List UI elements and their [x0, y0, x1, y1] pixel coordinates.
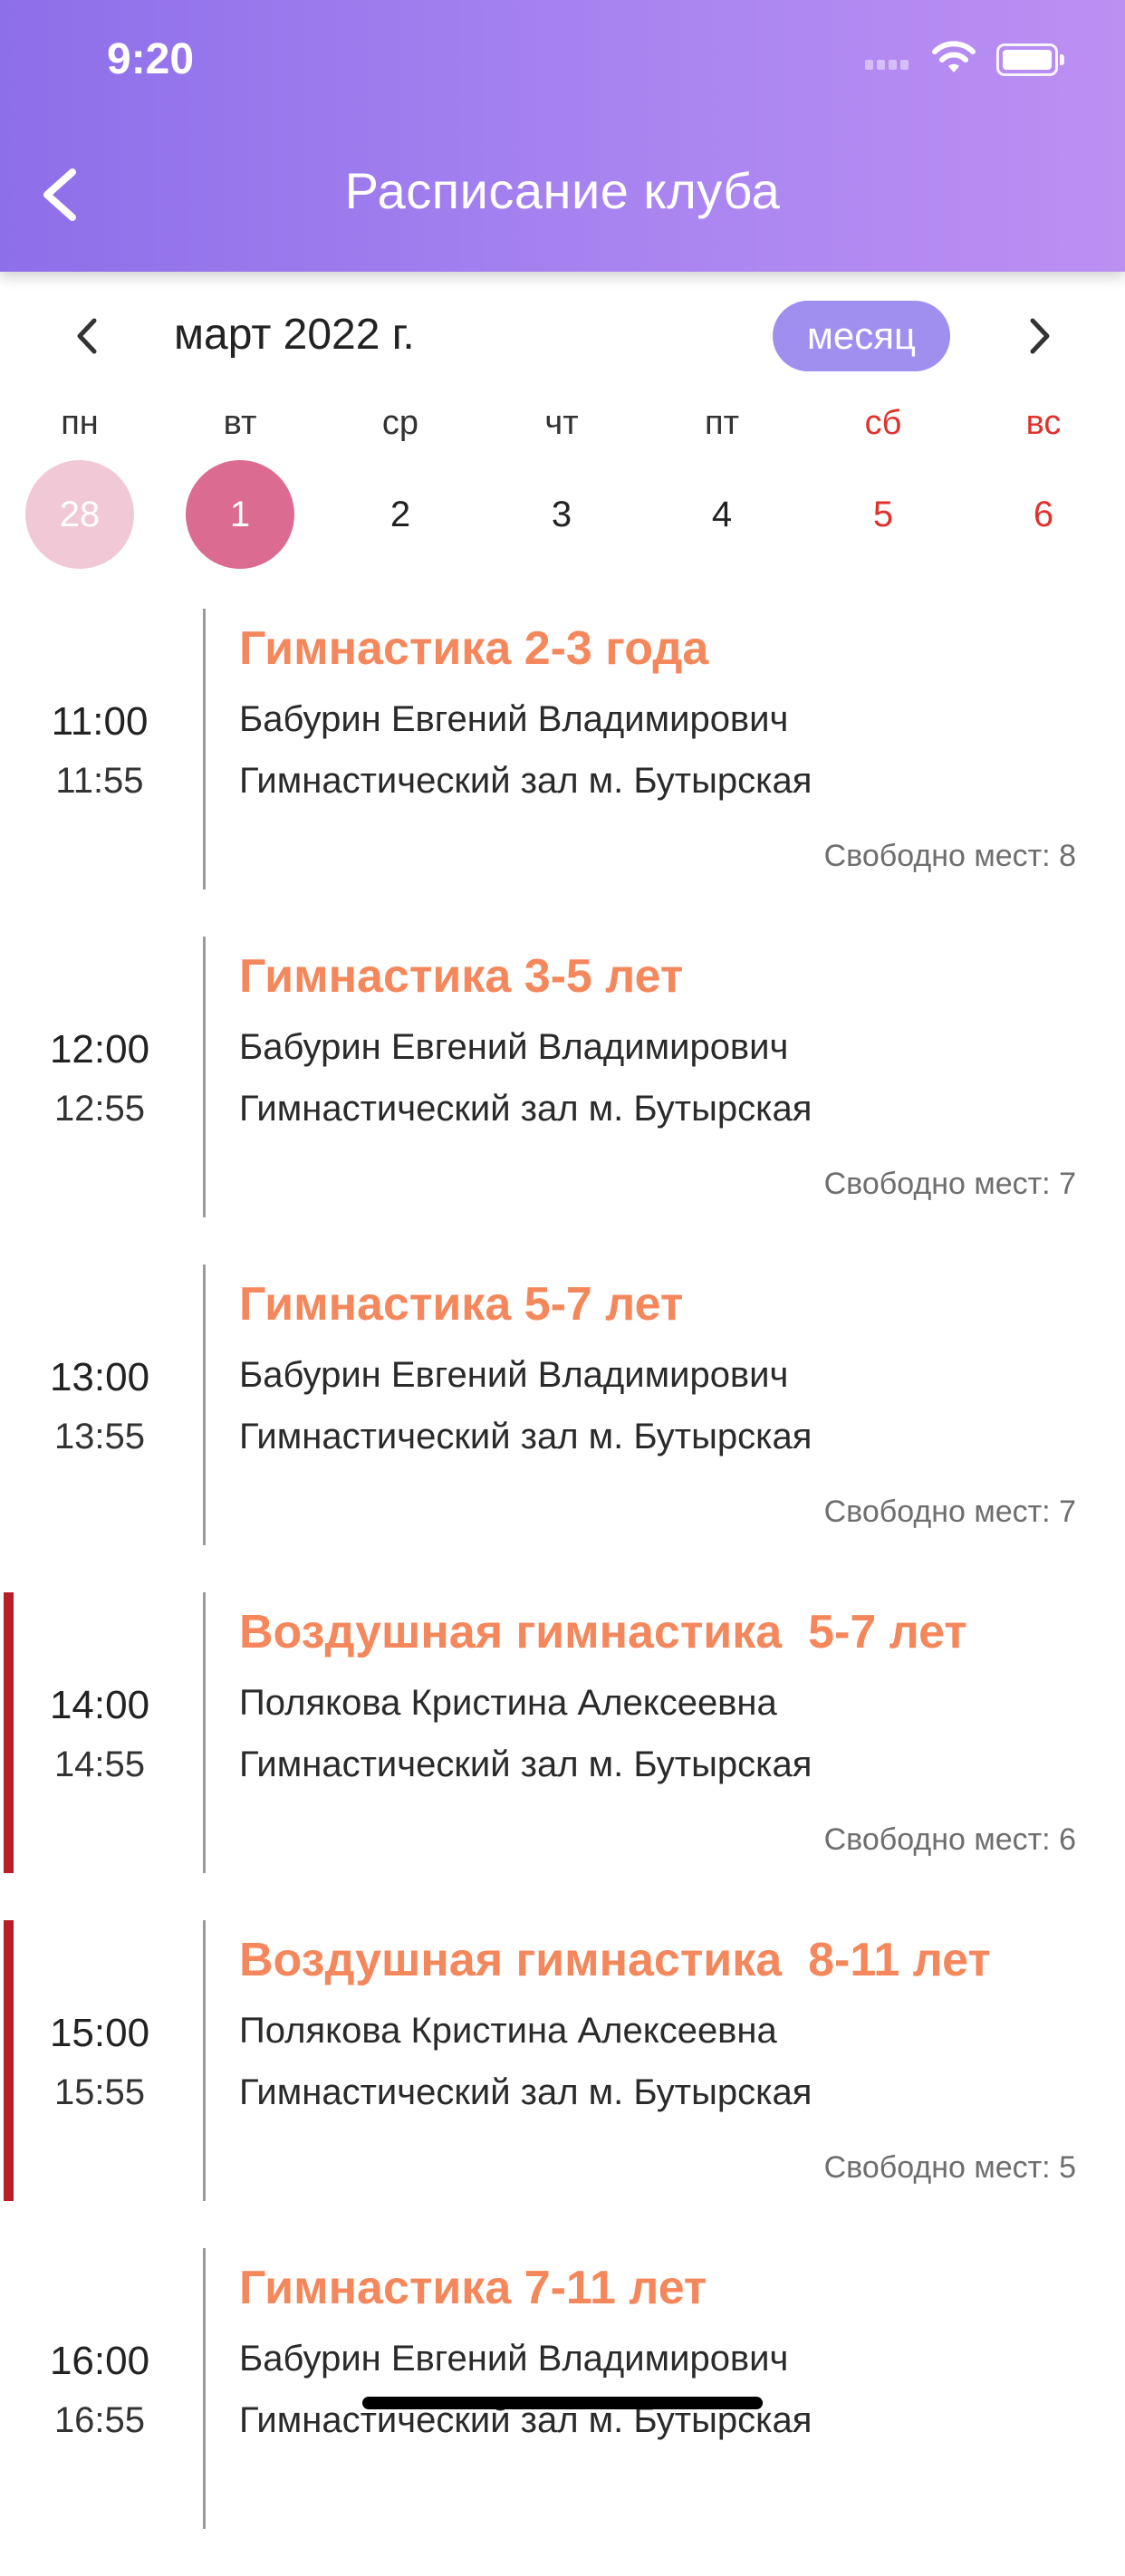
schedule-item[interactable]: 11:00 11:55 Гимнастика 2-3 года Бабурин … [0, 609, 1125, 937]
class-location: Гимнастический зал м. Бутырская [239, 761, 812, 801]
schedule-item[interactable]: 12:00 12:55 Гимнастика 3-5 лет Бабурин Е… [0, 937, 1125, 1264]
schedule-item[interactable]: 16:00 16:55 Гимнастика 7-11 лет Бабурин … [0, 2248, 1125, 2576]
schedule-item[interactable]: 13:00 13:55 Гимнастика 5-7 лет Бабурин Е… [0, 1264, 1125, 1592]
schedule-item[interactable]: 15:00 15:55 Воздушная гимнастика 8-11 ле… [0, 1920, 1125, 2248]
timeline-divider [203, 937, 206, 1217]
trainer-name: Бабурин Евгений Владимирович [239, 1027, 789, 1067]
end-time: 12:55 [53, 1089, 146, 1129]
class-title: Гимнастика 3-5 лет [239, 950, 684, 1003]
timeline-divider [203, 1592, 206, 1873]
day-cell-selected[interactable]: 1 [186, 460, 294, 569]
wifi-icon [932, 41, 976, 72]
month-view-toggle[interactable]: месяц [773, 301, 950, 371]
timeline-divider [203, 1920, 206, 2201]
battery-icon [996, 43, 1064, 76]
trainer-name: Полякова Кристина Алексеевна [239, 1683, 777, 1723]
free-seats: Свободно мест: 8 [823, 839, 1076, 873]
trainer-name: Бабурин Евгений Владимирович [239, 2339, 789, 2379]
schedule-list: 11:00 11:55 Гимнастика 2-3 года Бабурин … [0, 609, 1125, 2576]
end-time: 11:55 [55, 761, 144, 801]
free-seats: Свободно мест: 7 [823, 1167, 1076, 1201]
day-cell[interactable]: 2 [346, 460, 455, 569]
month-navigation: март 2022 г. месяц [0, 272, 1125, 399]
timeline-divider [203, 2248, 206, 2529]
weekday-label: ср [381, 404, 419, 442]
end-time: 16:55 [53, 2400, 146, 2440]
start-time: 16:00 [49, 2339, 150, 2383]
end-time: 15:55 [53, 2072, 146, 2112]
weekday-label: пт [705, 404, 739, 442]
class-title: Гимнастика 7-11 лет [239, 2262, 707, 2314]
free-seats: Свободно мест: 5 [823, 2150, 1076, 2185]
start-time: 15:00 [49, 2011, 150, 2055]
weekday-label: пн [61, 404, 99, 442]
highlight-bar [4, 1592, 14, 1873]
highlight-bar [4, 1920, 14, 2201]
cellular-signal-icon [865, 58, 912, 74]
status-time: 9:20 [107, 35, 195, 83]
app-header: 9:20 Расписание клуба [0, 0, 1125, 272]
start-time: 13:00 [49, 1355, 150, 1399]
free-seats: Свободно мест: 7 [823, 1495, 1076, 1529]
home-indicator [362, 2397, 763, 2409]
end-time: 13:55 [53, 1417, 146, 1456]
weekday-label: вс [1025, 404, 1062, 442]
class-location: Гимнастический зал м. Бутырская [239, 1089, 812, 1129]
page-title: Расписание клуба [344, 162, 781, 219]
class-location: Гимнастический зал м. Бутырская [239, 1745, 812, 1784]
week-days-row: 28 1 2 3 4 5 6 [0, 460, 1125, 572]
day-cell[interactable]: 28 [25, 460, 134, 569]
timeline-divider [203, 609, 206, 889]
day-cell[interactable]: 4 [668, 460, 776, 569]
start-time: 12:00 [49, 1027, 150, 1072]
trainer-name: Бабурин Евгений Владимирович [239, 699, 789, 739]
prev-month-chevron-icon[interactable] [69, 313, 105, 359]
trainer-name: Бабурин Евгений Владимирович [239, 1355, 789, 1395]
class-title: Гимнастика 2-3 года [239, 622, 709, 675]
day-cell[interactable]: 3 [507, 460, 616, 569]
class-location: Гимнастический зал м. Бутырская [239, 1417, 812, 1456]
timeline-divider [203, 1264, 206, 1545]
day-cell[interactable]: 5 [829, 460, 938, 569]
trainer-name: Полякова Кристина Алексеевна [239, 2011, 777, 2051]
end-time: 14:55 [53, 1745, 146, 1784]
class-location: Гимнастический зал м. Бутырская [239, 2072, 812, 2112]
start-time: 14:00 [49, 1683, 150, 1727]
next-month-chevron-icon[interactable] [1022, 313, 1058, 359]
schedule-item[interactable]: 14:00 14:55 Воздушная гимнастика 5-7 лет… [0, 1592, 1125, 1920]
class-title: Гимнастика 5-7 лет [239, 1278, 684, 1331]
weekday-label: вт [223, 404, 257, 442]
free-seats: Свободно мест: 6 [823, 1822, 1076, 1857]
month-label: март 2022 г. [174, 311, 415, 359]
class-title: Воздушная гимнастика 5-7 лет [239, 1606, 967, 1658]
weekday-label: чт [544, 404, 579, 442]
day-cell[interactable]: 6 [989, 460, 1098, 569]
weekday-header: пн вт ср чт пт сб вс [0, 399, 1125, 453]
start-time: 11:00 [51, 699, 149, 744]
class-title: Воздушная гимнастика 8-11 лет [239, 1934, 991, 1986]
weekday-label: сб [864, 404, 902, 442]
